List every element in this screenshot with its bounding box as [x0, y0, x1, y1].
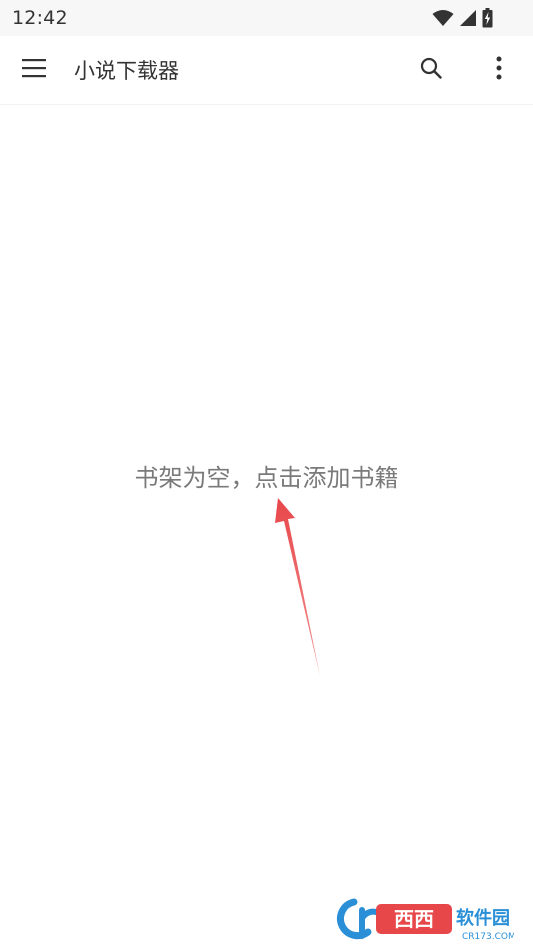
cellular-signal-icon — [459, 9, 477, 27]
svg-text:西西: 西西 — [394, 907, 434, 931]
status-bar: 12:42 — [0, 0, 533, 36]
menu-icon — [22, 58, 46, 82]
more-vert-icon — [496, 56, 502, 84]
svg-text:软件园: 软件园 — [456, 907, 510, 929]
empty-bookshelf-message[interactable]: 书架为空，点击添加书籍 — [0, 458, 533, 493]
more-options-button[interactable] — [478, 50, 520, 90]
search-icon — [420, 57, 442, 83]
watermark-logo: 西西 软件园 CR173.COM — [334, 896, 516, 942]
app-title: 小说下载器 — [74, 59, 179, 83]
wifi-icon — [432, 9, 454, 27]
app-bar: 小说下载器 — [0, 36, 533, 105]
menu-button[interactable] — [12, 50, 56, 90]
battery-charging-icon — [482, 8, 493, 28]
search-button[interactable] — [410, 50, 452, 90]
status-icons — [432, 8, 493, 28]
svg-text:CR173.COM: CR173.COM — [462, 932, 514, 942]
status-time: 12:42 — [12, 7, 68, 29]
